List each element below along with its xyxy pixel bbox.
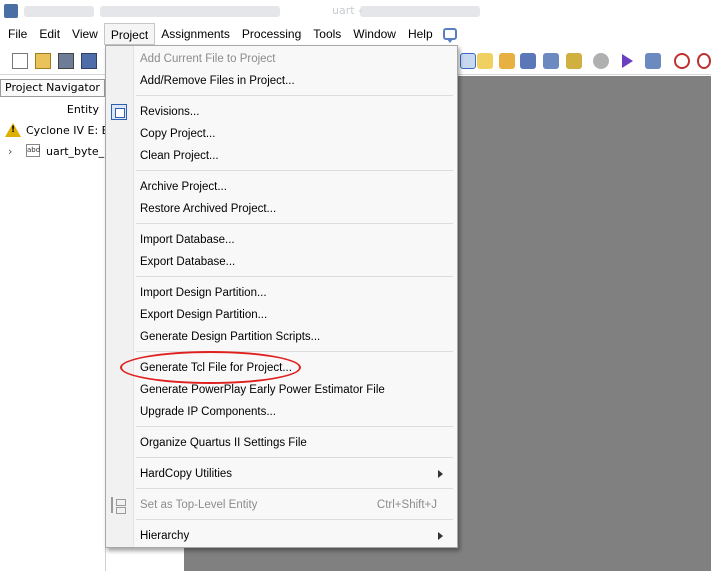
submenu-arrow-icon	[438, 470, 443, 478]
menu-bar: File Edit View Project Assignments Proce…	[0, 22, 711, 46]
menu-view[interactable]: View	[66, 23, 104, 45]
hierarchy-tree-icon	[111, 497, 127, 514]
menu-separator	[136, 223, 453, 224]
menu-item-hierarchy[interactable]: Hierarchy	[106, 525, 457, 547]
open-folder-icon[interactable]	[35, 53, 51, 69]
entity-icon: abd	[26, 144, 40, 157]
menu-item-add-remove-files[interactable]: Add/Remove Files in Project...	[106, 70, 457, 92]
blurred-path	[360, 6, 480, 17]
menu-help[interactable]: Help	[402, 23, 439, 45]
menu-separator	[136, 488, 453, 489]
menu-separator	[136, 170, 453, 171]
save-all-icon[interactable]	[81, 53, 97, 69]
chat-help-icon[interactable]	[442, 28, 457, 43]
clock-icon[interactable]	[674, 53, 690, 69]
bulb-icon[interactable]	[477, 53, 493, 69]
stop-icon[interactable]	[593, 53, 609, 69]
app-icon	[4, 4, 18, 18]
menu-item-hardcopy-utilities[interactable]: HardCopy Utilities	[106, 463, 457, 485]
menu-item-set-top-level-entity: Set as Top-Level Entity Ctrl+Shift+J	[106, 494, 457, 516]
menu-item-export-database[interactable]: Export Database...	[106, 251, 457, 273]
menu-item-generate-tcl-file[interactable]: Generate Tcl File for Project...	[106, 357, 457, 379]
menu-item-organize-settings-file[interactable]: Organize Quartus II Settings File	[106, 432, 457, 454]
run-icon[interactable]	[622, 54, 633, 68]
menu-item-add-current-file: Add Current File to Project	[140, 53, 276, 65]
menu-item-copy-project[interactable]: Copy Project...	[106, 123, 457, 145]
blurred-path	[24, 6, 94, 17]
project-menu-dropdown: Add Current File to Project Add/Remove F…	[105, 45, 458, 548]
menu-assignments[interactable]: Assignments	[155, 23, 236, 45]
chevron-right-icon[interactable]: ›	[8, 145, 12, 158]
pencil-icon[interactable]	[499, 53, 515, 69]
menu-window[interactable]: Window	[347, 23, 402, 45]
menu-item-restore-archived-project[interactable]: Restore Archived Project...	[106, 198, 457, 220]
synthesis-icon[interactable]	[566, 53, 582, 69]
warning-icon	[5, 123, 21, 137]
menu-processing[interactable]: Processing	[236, 23, 307, 45]
menu-item-upgrade-ip-components[interactable]: Upgrade IP Components...	[106, 401, 457, 423]
menu-separator	[136, 276, 453, 277]
device-label: Cyclone IV E: EP	[26, 124, 106, 137]
compile-icon[interactable]	[520, 53, 536, 69]
menu-project[interactable]: Project	[103, 23, 156, 45]
navigator-device-row[interactable]: Cyclone IV E: EP	[0, 122, 106, 140]
menu-separator	[136, 95, 453, 96]
blurred-path	[100, 6, 280, 17]
menu-item-generate-partition-scripts[interactable]: Generate Design Partition Scripts...	[106, 326, 457, 348]
menu-separator	[136, 519, 453, 520]
project-navigator: Project Navigator Entity Cyclone IV E: E…	[0, 79, 106, 571]
menu-separator	[136, 351, 453, 352]
menu-item-generate-powerplay-file[interactable]: Generate PowerPlay Early Power Estimator…	[106, 379, 457, 401]
menu-separator	[136, 426, 453, 427]
menu-item-export-design-partition[interactable]: Export Design Partition...	[106, 304, 457, 326]
navigator-header[interactable]: Project Navigator	[0, 79, 105, 97]
submenu-arrow-icon	[438, 532, 443, 540]
menu-edit[interactable]: Edit	[33, 23, 66, 45]
entity-label: uart_byte_r	[46, 145, 106, 158]
menu-item-revisions[interactable]: Revisions...	[106, 101, 457, 123]
analysis-icon[interactable]	[543, 53, 559, 69]
menu-tools[interactable]: Tools	[307, 23, 347, 45]
window-title: uart -	[332, 4, 363, 17]
new-file-icon[interactable]	[12, 53, 28, 69]
menu-item-clean-project[interactable]: Clean Project...	[106, 145, 457, 167]
menu-item-import-database[interactable]: Import Database...	[106, 229, 457, 251]
revisions-icon	[111, 104, 127, 120]
title-bar: uart -	[0, 0, 711, 22]
menu-file[interactable]: File	[2, 23, 33, 45]
pin-icon[interactable]	[460, 53, 476, 69]
menu-separator	[136, 457, 453, 458]
navigator-entity-row[interactable]: › abd uart_byte_r	[0, 143, 106, 161]
menu-item-import-design-partition[interactable]: Import Design Partition...	[106, 282, 457, 304]
stopwatch-icon[interactable]	[697, 53, 711, 69]
save-icon[interactable]	[58, 53, 74, 69]
entity-column-header[interactable]: Entity	[67, 103, 99, 116]
menu-item-archive-project[interactable]: Archive Project...	[106, 176, 457, 198]
timing-icon[interactable]	[645, 53, 661, 69]
shortcut-label: Ctrl+Shift+J	[376, 499, 437, 511]
